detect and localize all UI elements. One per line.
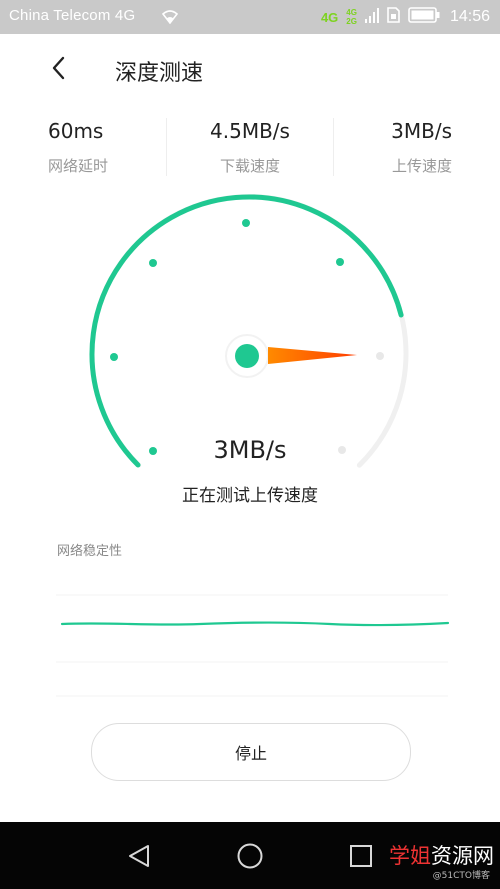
gauge-progress-arc [89,194,404,468]
clock: 14:56 [449,8,490,25]
gauge-tick [110,353,118,361]
speed-gauge [0,190,500,520]
back-triangle-icon [129,845,149,867]
signal-icon [364,7,379,27]
wifi-icon [161,9,179,28]
latency-label: 网络延时 [48,157,109,175]
network-secondary: 4G 2G [346,8,357,26]
download-label: 下载速度 [219,157,280,175]
divider [166,118,167,176]
recents-square-icon [350,845,372,867]
battery-icon [408,7,440,27]
nav-home-button[interactable] [233,839,267,873]
gauge-tick [336,258,344,266]
carrier-label: China Telecom 4G [9,7,136,24]
upload-label: 上传速度 [391,157,452,175]
stop-button-label: 停止 [234,744,267,763]
status-bar: China Telecom 4G 4G 4G 2G 14:56 [0,0,500,34]
header-bar: 深度测速 [0,34,500,104]
test-status: 正在测试上传速度 [182,486,318,506]
stability-chart [0,570,500,710]
current-speed: 3MB/s [213,436,287,464]
gauge-tick [149,259,157,267]
download-value: 4.5MB/s [210,119,290,143]
sim-icon [387,7,400,27]
chevron-left-icon [52,56,65,80]
back-button[interactable] [44,52,74,84]
nav-recents-button[interactable] [344,839,378,873]
gauge-needle [268,347,357,364]
stability-label: 网络稳定性 [57,544,123,559]
needle-hub [235,344,259,368]
gauge-track [89,194,409,468]
gauge-tick [376,352,384,360]
upload-value: 3MB/s [391,119,452,143]
page-title: 深度测速 [115,61,204,86]
network-type-label: 4G [320,9,339,25]
nav-back-button[interactable] [122,839,156,873]
gauge-tick [242,219,250,227]
stability-line [60,621,450,627]
watermark-sub: @51CTO博客 [432,871,490,881]
watermark-logo: 学姐资源网 [389,844,494,868]
stop-button[interactable]: 停止 [91,723,411,781]
home-circle-icon [237,843,263,869]
latency-value: 60ms [48,119,104,143]
divider [333,118,334,176]
